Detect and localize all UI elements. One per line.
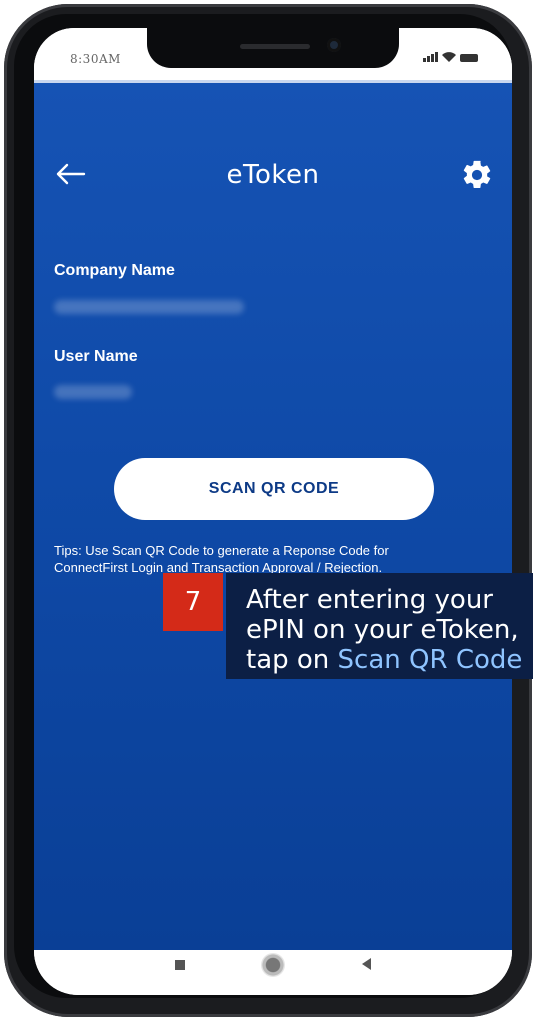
speaker-grille [240, 44, 310, 49]
home-icon[interactable] [261, 953, 285, 977]
callout-line-3-prefix: tap on [246, 645, 338, 675]
status-time: 8:30AM [70, 52, 121, 66]
app-top-border [34, 80, 512, 83]
status-icons [423, 52, 478, 62]
instruction-callout: After entering your ePIN on your eToken,… [226, 573, 533, 679]
signal-icon [423, 52, 438, 62]
phone-screen: 8:30AM eToken Company Name User Name SCA… [34, 28, 512, 995]
callout-line-1: After entering your [246, 585, 493, 615]
battery-icon [460, 54, 478, 62]
tips-text: Tips: Use Scan QR Code to generate a Rep… [54, 542, 494, 576]
page-title: eToken [226, 160, 320, 190]
recent-apps-icon[interactable] [175, 960, 185, 970]
status-bar: 8:30AM [34, 28, 512, 80]
step-number-badge: 7 [163, 573, 223, 631]
tips-line-1: Tips: Use Scan QR Code to generate a Rep… [54, 543, 389, 558]
back-triangle-icon[interactable] [362, 958, 371, 970]
phone-notch [147, 28, 399, 68]
company-name-label: Company Name [54, 262, 175, 279]
scan-qr-code-button[interactable]: SCAN QR CODE [114, 458, 434, 520]
callout-line-2: ePIN on your eToken, [246, 615, 519, 645]
front-camera [327, 38, 341, 52]
user-name-label: User Name [54, 348, 138, 365]
user-name-value [54, 385, 132, 399]
company-name-value [54, 300, 244, 314]
etoken-screen: eToken Company Name User Name SCAN QR CO… [34, 80, 512, 950]
callout-highlight: Scan QR Code [337, 645, 523, 675]
callout-line-3: tap on Scan QR Code [246, 645, 533, 675]
wifi-icon [442, 52, 456, 62]
gear-icon[interactable] [460, 158, 494, 192]
